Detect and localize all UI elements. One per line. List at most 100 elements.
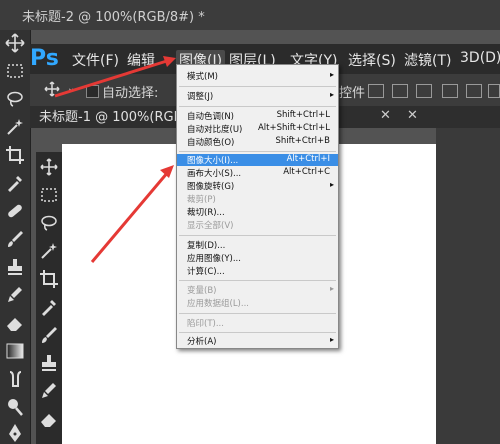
- auto-select-label: 自动选择:: [102, 86, 159, 101]
- menu-item-mode[interactable]: 模式(M) ▸: [177, 70, 338, 82]
- menu-item-crop: 裁剪(P): [177, 193, 338, 205]
- align-right-icon[interactable]: [488, 84, 500, 98]
- menu-item-shortcut: Alt+Shift+Ctrl+L: [257, 123, 330, 133]
- menu-item-label: 画布大小(S)...: [187, 169, 242, 179]
- menu-separator: [179, 106, 336, 107]
- menu-item-shortcut: Alt+Ctrl+C: [283, 167, 330, 177]
- smudge-tool-icon[interactable]: [4, 368, 26, 390]
- history-brush-tool-icon-2[interactable]: [38, 380, 60, 402]
- menu-item-image-size[interactable]: 图像大小(I)... Alt+Ctrl+I: [177, 154, 338, 166]
- pen-tool-icon[interactable]: [4, 422, 26, 444]
- tools-panel: [36, 152, 62, 444]
- brush-tool-icon-2[interactable]: [38, 324, 60, 346]
- menu-separator: [179, 280, 336, 281]
- align-center-icon[interactable]: [466, 84, 482, 98]
- submenu-arrow-icon: ▸: [329, 90, 334, 99]
- menu-item-label: 陷印(T)...: [187, 319, 224, 329]
- crop-tool-icon[interactable]: [4, 144, 26, 166]
- history-brush-tool-icon[interactable]: [4, 284, 26, 306]
- crop-tool-icon-2[interactable]: [38, 268, 60, 290]
- menu-item-auto-color[interactable]: 自动颜色(O) Shift+Ctrl+B: [177, 136, 338, 148]
- menu-item-label: 自动对比度(U): [187, 125, 243, 135]
- menu-item-auto-tone[interactable]: 自动色调(N) Shift+Ctrl+L: [177, 110, 338, 122]
- marquee-tool-icon[interactable]: [4, 60, 26, 82]
- menu-item-variables: 变量(B) ▸: [177, 284, 338, 296]
- submenu-arrow-icon: ▸: [329, 335, 334, 344]
- submenu-arrow-icon: ▸: [329, 70, 334, 79]
- menu-edit[interactable]: 编辑: [127, 50, 155, 70]
- eraser-tool-icon[interactable]: [4, 312, 26, 334]
- magic-wand-tool-icon-2[interactable]: [38, 240, 60, 262]
- menu-item-label: 裁切(R)...: [187, 208, 225, 218]
- auto-select-checkbox[interactable]: [86, 85, 99, 98]
- menu-item-label: 模式(M): [187, 72, 218, 82]
- menu-item-label: 自动色调(N): [187, 112, 234, 122]
- marquee-tool-icon-2[interactable]: [38, 184, 60, 206]
- options-dropdown-chevron-icon[interactable]: ⌄: [67, 83, 75, 94]
- menu-item-calculations[interactable]: 计算(C)...: [177, 265, 338, 277]
- transform-controls-label: 控件: [339, 86, 366, 101]
- magic-wand-tool-icon[interactable]: [4, 116, 26, 138]
- eraser-tool-icon-2[interactable]: [38, 408, 60, 430]
- align-top-icon[interactable]: [368, 84, 384, 98]
- menu-item-canvas-size[interactable]: 画布大小(S)... Alt+Ctrl+C: [177, 167, 338, 179]
- submenu-arrow-icon: ▸: [329, 284, 334, 293]
- menu-item-adjustments[interactable]: 调整(J) ▸: [177, 90, 338, 102]
- menu-item-apply-data-set: 应用数据组(L)...: [177, 297, 338, 309]
- menu-item-duplicate[interactable]: 复制(D)...: [177, 239, 338, 251]
- menu-item-auto-contrast[interactable]: 自动对比度(U) Alt+Shift+Ctrl+L: [177, 123, 338, 135]
- menu-item-shortcut: Shift+Ctrl+B: [275, 136, 330, 146]
- menu-item-shortcut: Shift+Ctrl+L: [276, 110, 330, 120]
- lasso-tool-icon[interactable]: [4, 88, 26, 110]
- stamp-tool-icon[interactable]: [4, 256, 26, 278]
- menu-item-analysis[interactable]: 分析(A) ▸: [177, 335, 338, 347]
- menu-separator: [179, 332, 336, 333]
- menu-item-label: 裁剪(P): [187, 195, 216, 205]
- back-window-titlebar: 未标题-2 @ 100%(RGB/8#) *: [0, 0, 500, 30]
- menu-3d[interactable]: 3D(D): [460, 50, 500, 66]
- menu-select[interactable]: 选择(S): [348, 50, 396, 70]
- menu-item-label: 图像大小(I)...: [187, 156, 239, 166]
- menu-item-label: 调整(J): [187, 92, 214, 102]
- close-icon-2[interactable]: ✕: [407, 108, 418, 123]
- menu-item-apply-image[interactable]: 应用图像(Y)...: [177, 252, 338, 264]
- image-menu-dropdown: 模式(M) ▸ 调整(J) ▸ 自动色调(N) Shift+Ctrl+L 自动对…: [176, 64, 339, 349]
- menu-item-shortcut: Alt+Ctrl+I: [286, 154, 330, 164]
- photoshop-logo: Ps: [30, 46, 59, 71]
- menu-item-label: 变量(B): [187, 286, 217, 296]
- menu-item-image-rotation[interactable]: 图像旋转(G) ▸: [177, 180, 338, 192]
- menu-item-label: 计算(C)...: [187, 267, 225, 277]
- close-icon[interactable]: ✕: [380, 108, 391, 123]
- menu-item-label: 显示全部(V): [187, 221, 234, 231]
- healing-brush-tool-icon[interactable]: [4, 200, 26, 222]
- align-bottom-icon[interactable]: [416, 84, 432, 98]
- menu-separator: [179, 235, 336, 236]
- back-window-title: 未标题-2 @ 100%(RGB/8#) *: [22, 10, 205, 25]
- menu-item-label: 应用图像(Y)...: [187, 254, 241, 264]
- menu-file[interactable]: 文件(F): [72, 50, 119, 70]
- gradient-tool-icon[interactable]: [4, 340, 26, 362]
- dodge-tool-icon[interactable]: [4, 396, 26, 418]
- eyedropper-tool-icon-2[interactable]: [38, 296, 60, 318]
- menu-item-label: 应用数据组(L)...: [187, 299, 249, 309]
- move-tool-icon-2[interactable]: [38, 156, 60, 178]
- submenu-arrow-icon: ▸: [329, 180, 334, 189]
- menu-item-label: 自动颜色(O): [187, 138, 235, 148]
- menu-item-label: 分析(A): [187, 337, 217, 347]
- menu-item-trim[interactable]: 裁切(R)...: [177, 206, 338, 218]
- document-tab[interactable]: 未标题-1 @ 100%(RGB/8: [35, 106, 199, 128]
- menu-item-label: 图像旋转(G): [187, 182, 235, 192]
- move-options-icon[interactable]: [44, 81, 60, 97]
- menu-item-trap: 陷印(T)...: [177, 317, 338, 329]
- eyedropper-tool-icon[interactable]: [4, 172, 26, 194]
- right-panel: [436, 128, 500, 444]
- menu-item-reveal-all: 显示全部(V): [177, 219, 338, 231]
- menu-filter[interactable]: 滤镜(T): [404, 50, 451, 70]
- stamp-tool-icon-2[interactable]: [38, 352, 60, 374]
- align-middle-icon[interactable]: [392, 84, 408, 98]
- align-left-icon[interactable]: [442, 84, 458, 98]
- menu-separator: [179, 151, 336, 152]
- lasso-tool-icon-2[interactable]: [38, 212, 60, 234]
- move-tool-icon[interactable]: [4, 32, 26, 54]
- brush-tool-icon[interactable]: [4, 228, 26, 250]
